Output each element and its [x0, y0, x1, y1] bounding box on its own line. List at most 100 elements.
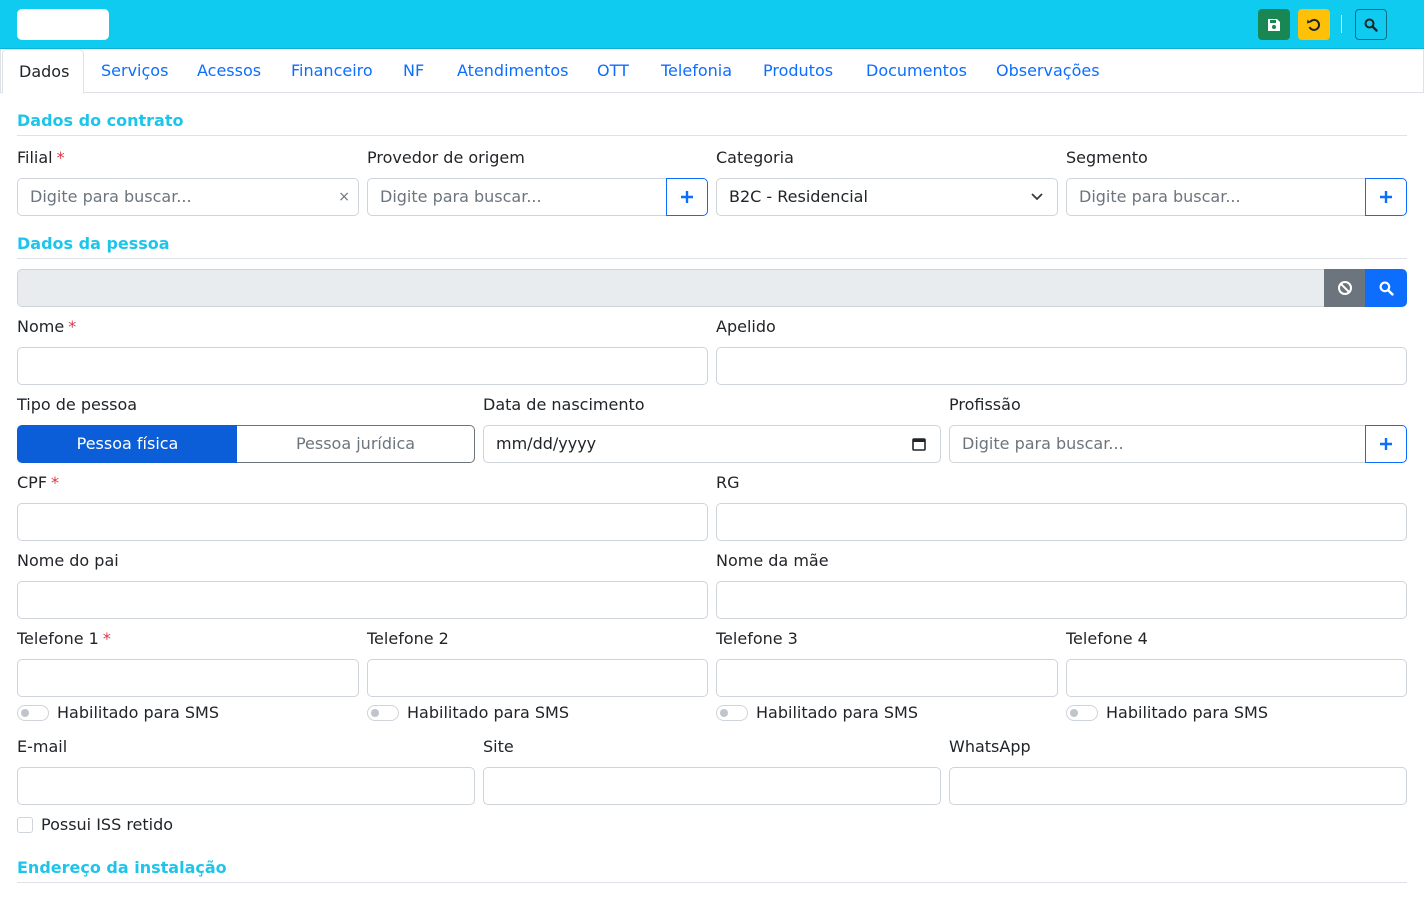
- rg-input[interactable]: [716, 503, 1407, 541]
- undo-icon: [1307, 18, 1321, 31]
- search-icon: [1379, 281, 1394, 296]
- telefone1-input[interactable]: [17, 659, 359, 697]
- tipo-pessoa-juridica-button[interactable]: Pessoa jurídica: [237, 425, 475, 463]
- sms-toggle-4[interactable]: [1066, 705, 1098, 721]
- nascimento-placeholder: mm/dd/yyyy: [496, 434, 597, 453]
- provedor-placeholder: Digite para buscar...: [380, 187, 542, 206]
- top-toolbar: [0, 0, 1424, 49]
- required-mark: *: [51, 473, 60, 492]
- required-mark: *: [102, 629, 111, 648]
- tab-observacoes[interactable]: Observações: [996, 49, 1100, 93]
- section-title-endereco: Endereço da instalação: [17, 858, 1407, 883]
- sms-toggle-1[interactable]: [17, 705, 49, 721]
- sms-toggle-2[interactable]: [367, 705, 399, 721]
- provedor-label: Provedor de origem: [367, 148, 525, 167]
- required-mark: *: [56, 148, 65, 167]
- plus-icon: [1380, 438, 1392, 450]
- add-profissao-button[interactable]: [1365, 425, 1407, 463]
- segmento-placeholder: Digite para buscar...: [1079, 187, 1241, 206]
- nome-pai-input[interactable]: [17, 581, 708, 619]
- telefone4-label: Telefone 4: [1066, 629, 1148, 648]
- filial-input[interactable]: Digite para buscar... ×: [17, 178, 359, 216]
- person-clear-button[interactable]: [1324, 269, 1365, 307]
- tab-ott[interactable]: OTT: [597, 49, 629, 93]
- categoria-value: B2C - Residencial: [729, 187, 868, 206]
- toolbar-separator: [1341, 15, 1342, 33]
- calendar-icon[interactable]: [912, 437, 926, 451]
- nome-label: Nome *: [17, 317, 76, 336]
- add-segmento-button[interactable]: [1365, 178, 1407, 216]
- sms-label-2: Habilitado para SMS: [407, 703, 569, 722]
- tipo-pessoa-fisica-button[interactable]: Pessoa física: [17, 425, 238, 463]
- filial-placeholder: Digite para buscar...: [30, 187, 192, 206]
- tab-bar: Dados Serviços Acessos Financeiro NF Ate…: [0, 49, 1424, 94]
- nascimento-label: Data de nascimento: [483, 395, 645, 414]
- telefone3-input[interactable]: [716, 659, 1058, 697]
- tab-telefonia[interactable]: Telefonia: [661, 49, 732, 93]
- sms-label-3: Habilitado para SMS: [756, 703, 918, 722]
- tab-atendimentos[interactable]: Atendimentos: [457, 49, 569, 93]
- rg-label: RG: [716, 473, 740, 492]
- categoria-label: Categoria: [716, 148, 794, 167]
- segmento-input[interactable]: Digite para buscar...: [1066, 178, 1366, 216]
- tab-dados[interactable]: Dados: [2, 49, 84, 94]
- add-provedor-button[interactable]: [666, 178, 708, 216]
- whatsapp-input[interactable]: [949, 767, 1407, 805]
- required-mark: *: [68, 317, 77, 336]
- ban-icon: [1337, 281, 1352, 295]
- tab-nf[interactable]: NF: [403, 49, 424, 93]
- nome-input[interactable]: [17, 347, 708, 385]
- email-label: E-mail: [17, 737, 68, 756]
- tab-acessos[interactable]: Acessos: [197, 49, 261, 93]
- undo-button[interactable]: [1298, 9, 1330, 40]
- nascimento-input[interactable]: mm/dd/yyyy: [483, 425, 941, 463]
- telefone4-input[interactable]: [1066, 659, 1407, 697]
- nome-mae-input[interactable]: [716, 581, 1407, 619]
- provedor-input[interactable]: Digite para buscar...: [367, 178, 667, 216]
- iss-retido-label: Possui ISS retido: [41, 815, 174, 834]
- site-label: Site: [483, 737, 514, 756]
- telefone1-label-text: Telefone 1: [17, 629, 99, 648]
- person-search-field[interactable]: [17, 269, 1325, 307]
- clear-icon[interactable]: ×: [338, 179, 350, 215]
- telefone1-label: Telefone 1 *: [17, 629, 111, 648]
- profissao-input[interactable]: Digite para buscar...: [949, 425, 1366, 463]
- sms-toggle-3[interactable]: [716, 705, 748, 721]
- tab-produtos[interactable]: Produtos: [763, 49, 833, 93]
- cpf-label: CPF *: [17, 473, 59, 492]
- telefone2-input[interactable]: [367, 659, 708, 697]
- telefone2-label: Telefone 2: [367, 629, 449, 648]
- cpf-label-text: CPF: [17, 473, 48, 492]
- search-icon: [1364, 18, 1378, 32]
- apelido-input[interactable]: [716, 347, 1407, 385]
- nome-pai-label: Nome do pai: [17, 551, 119, 570]
- section-title-contrato: Dados do contrato: [17, 111, 1407, 136]
- tipo-pessoa-label: Tipo de pessoa: [17, 395, 138, 414]
- tab-servicos[interactable]: Serviços: [101, 49, 168, 93]
- tab-financeiro[interactable]: Financeiro: [291, 49, 373, 93]
- apelido-label: Apelido: [716, 317, 776, 336]
- section-title-pessoa: Dados da pessoa: [17, 234, 1407, 259]
- title-placeholder-box: [17, 9, 109, 40]
- sms-label-4: Habilitado para SMS: [1106, 703, 1268, 722]
- telefone3-label: Telefone 3: [716, 629, 798, 648]
- nome-label-text: Nome: [17, 317, 65, 336]
- iss-retido-checkbox[interactable]: [17, 817, 33, 833]
- tab-documentos[interactable]: Documentos: [866, 49, 967, 93]
- sms-label-1: Habilitado para SMS: [57, 703, 219, 722]
- profissao-label: Profissão: [949, 395, 1021, 414]
- filial-label-text: Filial: [17, 148, 53, 167]
- filial-label: Filial *: [17, 148, 65, 167]
- plus-icon: [1380, 191, 1392, 203]
- categoria-select[interactable]: B2C - Residencial: [716, 178, 1058, 216]
- cpf-input[interactable]: [17, 503, 708, 541]
- profissao-placeholder: Digite para buscar...: [962, 434, 1124, 453]
- toolbar-search-button[interactable]: [1355, 9, 1387, 40]
- whatsapp-label: WhatsApp: [949, 737, 1031, 756]
- save-button[interactable]: [1258, 9, 1290, 40]
- site-input[interactable]: [483, 767, 941, 805]
- floppy-disk-icon: [1268, 18, 1280, 31]
- person-search-button[interactable]: [1365, 269, 1407, 307]
- nome-mae-label: Nome da mãe: [716, 551, 829, 570]
- email-input[interactable]: [17, 767, 475, 805]
